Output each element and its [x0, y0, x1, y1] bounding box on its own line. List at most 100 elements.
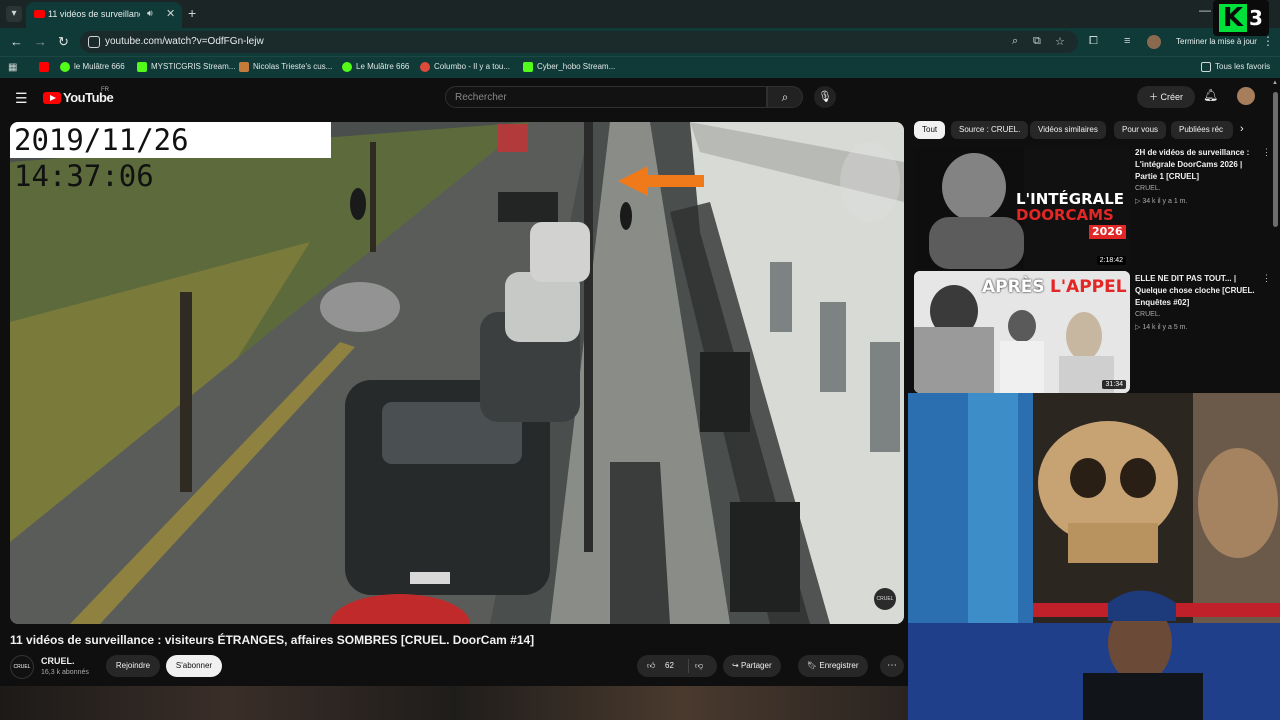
bookmarks-bar: ▦ le Mulâtre 666 MYSTICGRIS Stream... Ni… — [0, 56, 1280, 78]
new-tab-plus-icon[interactable]: + — [188, 5, 196, 21]
video-player[interactable]: 2019/11/26 14:37:06 CRUEL — [10, 122, 904, 624]
chevron-right-icon[interactable]: › — [1240, 123, 1244, 135]
search-button[interactable]: ⌕ — [767, 86, 803, 108]
save-button[interactable]: 🔖︎ Enregistrer — [798, 655, 868, 677]
bookmark-item[interactable]: Le Mulâtre 666 — [342, 62, 409, 72]
chip-recent[interactable]: Publiées réc — [1171, 121, 1233, 139]
video-frame — [10, 122, 904, 624]
voice-search-button[interactable]: 🎙︎ — [814, 86, 836, 108]
thumb-text-line-1: L'INTÉGRALE — [1016, 190, 1125, 208]
reload-icon[interactable]: ↻ — [58, 34, 69, 50]
region-code: FR — [101, 87, 109, 93]
site-info-icon[interactable] — [88, 36, 100, 48]
audio-playing-icon[interactable]: 🔊︎ — [147, 8, 153, 19]
bookmark-star-icon[interactable]: ☆ — [1055, 35, 1065, 48]
thumb-text-line-2: DOORCAMS — [1016, 206, 1114, 224]
bookmark-item[interactable]: Columbo - Il y a tou... — [420, 62, 510, 72]
description-preview-strip — [0, 686, 908, 720]
recommendation-meta: ▷ 34 k il y a 1 m. — [1135, 197, 1187, 205]
cast-icon[interactable]: ⧉ — [1033, 35, 1041, 48]
subscribe-button[interactable]: S'abonner — [166, 655, 222, 677]
create-button[interactable]: ＋ Créer — [1137, 86, 1195, 108]
bookmark-item[interactable] — [39, 62, 53, 72]
apps-grid-icon[interactable]: ▦ — [8, 62, 17, 73]
bookmark-label: Nicolas Trieste's cus... — [253, 62, 333, 72]
recommendation-title[interactable]: 2H de vidéos de surveillance : L'intégra… — [1135, 147, 1265, 183]
more-options-icon[interactable]: ⋮ — [1262, 273, 1271, 284]
more-actions-icon[interactable]: ⋯ — [880, 655, 904, 677]
bookmark-item[interactable]: Cyber_hobo Stream... — [523, 62, 615, 72]
divider — [688, 659, 689, 673]
forward-arrow-icon[interactable]: → — [34, 34, 47, 49]
kick-icon — [523, 62, 533, 72]
bookmark-item[interactable]: MYSTICGRIS Stream... — [137, 62, 235, 72]
overlay-number: 3 — [1249, 6, 1263, 30]
folder-icon — [1201, 62, 1211, 72]
chip-similar[interactable]: Vidéos similaires — [1030, 121, 1106, 139]
youtube-icon — [39, 62, 49, 72]
back-arrow-icon[interactable]: ← — [10, 34, 23, 49]
url-text[interactable]: youtube.com/watch?v=OdfFGn-lejw — [105, 36, 264, 47]
more-options-icon[interactable]: ⋮ — [1262, 147, 1271, 158]
chip-all[interactable]: Tout — [914, 121, 946, 139]
thumb-text-line-2: L'APPEL — [1050, 277, 1127, 297]
youtube-header: ☰ YouTube FR Rechercher ⌕ 🎙︎ ＋ Créer 🔔︎ — [0, 78, 1270, 118]
channel-watermark[interactable]: CRUEL — [874, 588, 896, 610]
all-favorites[interactable]: Tous les favoris — [1201, 62, 1270, 72]
bookmark-item[interactable]: le Mulâtre 666 — [60, 62, 125, 72]
page-scrollbar[interactable]: ▲ — [1271, 78, 1280, 398]
kick-icon — [137, 62, 147, 72]
tab-search-chevron-icon[interactable]: ▾ — [6, 6, 22, 22]
chip-source[interactable]: Source : CRUEL. — [951, 121, 1029, 139]
youtube-logo-icon[interactable] — [43, 92, 61, 104]
thumbs-up-icon[interactable]: 👍︎ — [647, 655, 655, 677]
bookmark-label: Cyber_hobo Stream... — [537, 62, 616, 72]
scrollbar-thumb[interactable] — [1273, 92, 1278, 227]
recommendation-thumbnail[interactable]: L'INTÉGRALE DOORCAMS 2026 2:18:42 — [914, 147, 1130, 269]
search-input[interactable]: Rechercher — [445, 86, 767, 108]
thumb-text-line-1: APRÈS — [982, 277, 1045, 297]
browser-menu-icon[interactable]: ⋮ — [1262, 34, 1274, 48]
browser-tab-active[interactable]: 11 vidéos de surveillance : v 🔊︎ ✕ — [26, 2, 182, 28]
recommendation-meta-text: 14 k il y a 5 m. — [1142, 324, 1188, 331]
webcam-image — [908, 393, 1280, 720]
recommendation-meta: ▷ 14 k il y a 5 m. — [1135, 323, 1187, 331]
channel-name[interactable]: CRUEL. — [41, 656, 75, 666]
zoom-icon[interactable]: ⌕ — [1012, 35, 1018, 48]
kick-logo-icon: K — [1219, 4, 1247, 32]
plus-icon: ＋ — [1148, 92, 1161, 102]
notifications-bell-icon[interactable]: 🔔︎ — [1203, 88, 1218, 102]
chip-for-you[interactable]: Pour vous — [1114, 121, 1167, 139]
kick-icon — [342, 62, 352, 72]
share-label: Partager — [740, 661, 772, 670]
join-button[interactable]: Rejoindre — [106, 655, 160, 677]
tab-close-icon[interactable]: ✕ — [166, 7, 175, 20]
user-avatar[interactable] — [1237, 87, 1255, 105]
browser-tab-strip: ▾ 11 vidéos de surveillance : v 🔊︎ ✕ + — — [0, 0, 1280, 28]
profile-avatar[interactable] — [1147, 35, 1161, 49]
search-icon: ⌕ — [781, 90, 789, 104]
recommendation-meta-text: 34 k il y a 1 m. — [1142, 198, 1188, 205]
like-count[interactable]: 62 — [665, 655, 674, 677]
all-favorites-label: Tous les favoris — [1215, 62, 1271, 72]
recommendation-title[interactable]: ELLE NE DIT PAS TOUT... | Quelque chose … — [1135, 273, 1265, 309]
recommendation-channel[interactable]: CRUEL. — [1135, 185, 1161, 192]
recommendation-thumbnail[interactable]: APRÈS L'APPEL 31:34 — [914, 271, 1130, 393]
reading-list-icon[interactable]: ≡ — [1124, 35, 1130, 47]
share-arrow-icon: ↪ — [732, 661, 741, 670]
extensions-icon[interactable]: ⧠ — [1089, 35, 1098, 48]
cctv-timestamp: 2019/11/26 14:37:06 — [10, 122, 331, 193]
address-bar[interactable]: youtube.com/watch?v=OdfFGn-lejw ⌕ ⧉ ☆ — [80, 31, 1078, 53]
share-button[interactable]: ↪ Partager — [723, 655, 781, 677]
kick-icon — [60, 62, 70, 72]
channel-avatar[interactable]: CRUEL — [10, 655, 34, 679]
hamburger-menu-icon[interactable]: ☰ — [15, 90, 28, 107]
scroll-up-arrow-icon[interactable]: ▲ — [1272, 80, 1278, 86]
video-duration: 31:34 — [1102, 380, 1126, 389]
bookmark-item[interactable]: Nicolas Trieste's cus... — [239, 62, 332, 72]
video-title: 11 vidéos de surveillance : visiteurs ÉT… — [10, 633, 535, 647]
thumbs-down-icon[interactable]: 👎︎ — [695, 655, 703, 677]
recommendation-channel[interactable]: CRUEL. — [1135, 311, 1161, 318]
bookmark-label: Columbo - Il y a tou... — [434, 62, 511, 72]
window-minimize-icon[interactable]: — — [1199, 3, 1211, 17]
